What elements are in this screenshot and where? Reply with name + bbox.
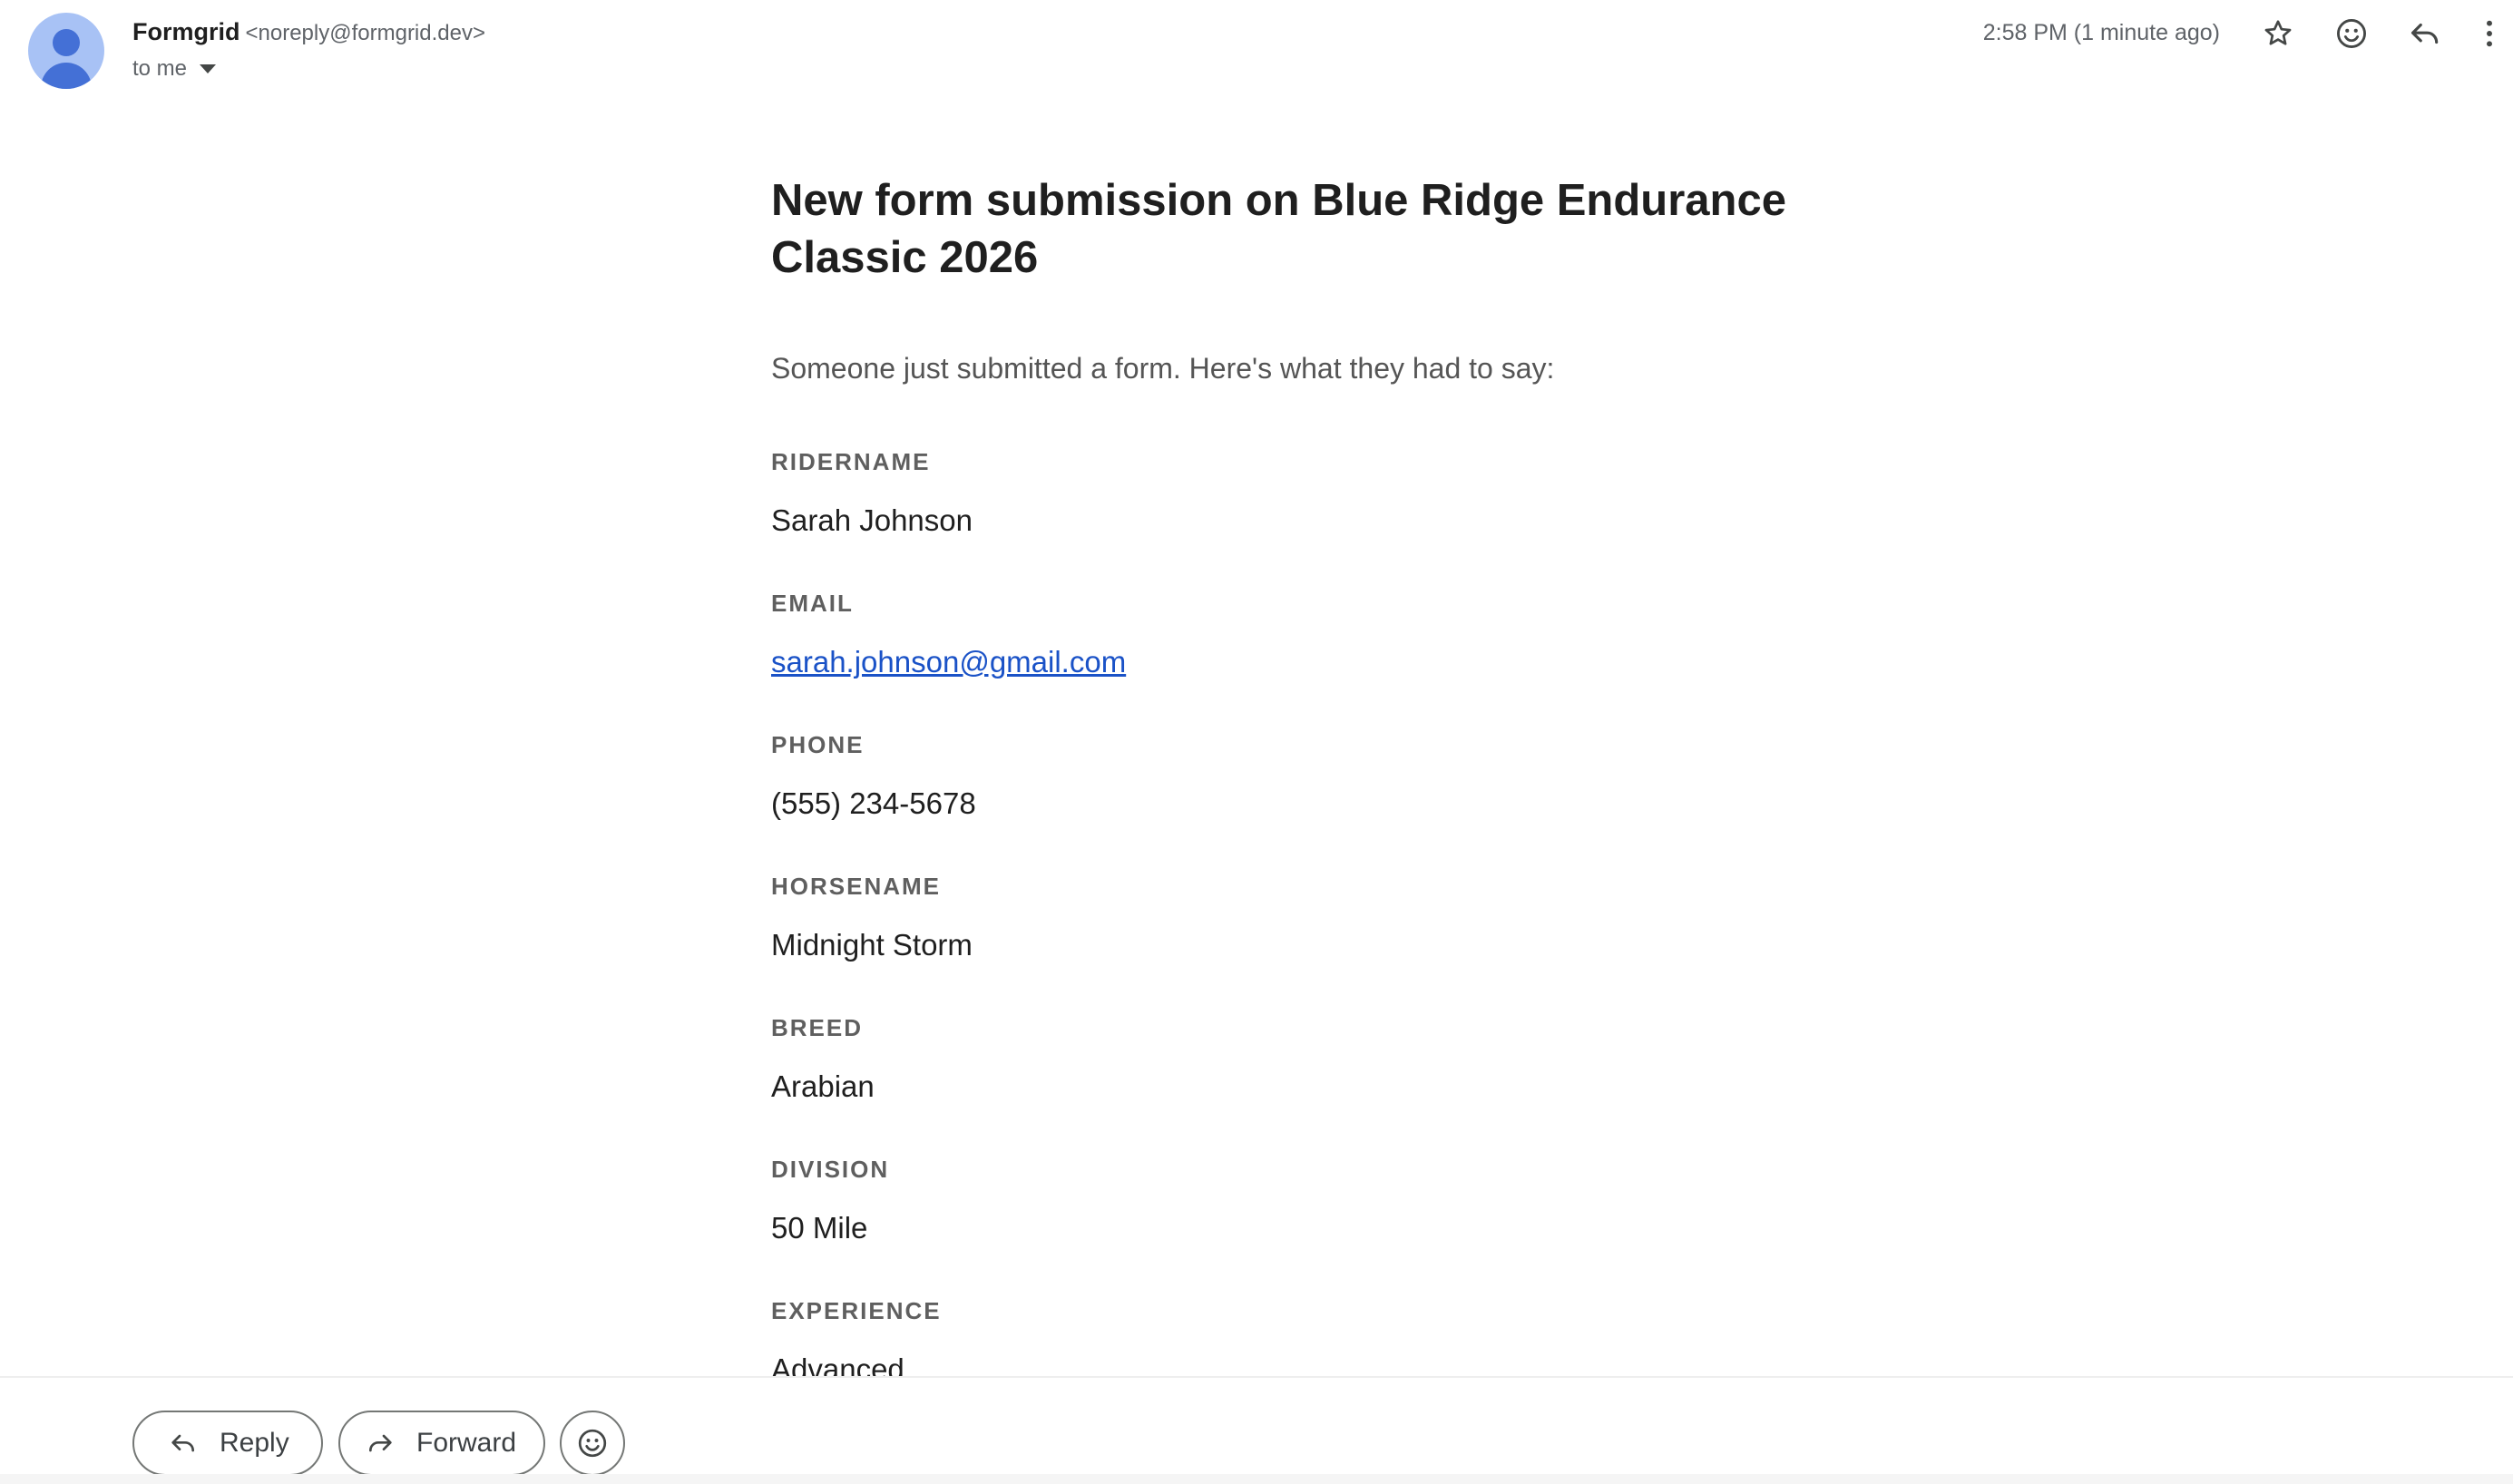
email-header: Formgrid <noreply@formgrid.dev> to me 2:5… bbox=[0, 0, 2513, 118]
field-value: Arabian bbox=[771, 1069, 875, 1103]
field-value: (555) 234-5678 bbox=[771, 786, 976, 820]
star-button[interactable] bbox=[2255, 11, 2301, 56]
field-label: PHONE bbox=[771, 731, 865, 758]
reply-icon bbox=[2410, 23, 2439, 44]
field-label: EXPERIENCE bbox=[771, 1297, 942, 1324]
avatar[interactable] bbox=[28, 13, 104, 89]
more-options-button[interactable] bbox=[2473, 11, 2506, 56]
field-label: HORSENAME bbox=[771, 873, 942, 900]
chevron-down-icon bbox=[200, 64, 217, 73]
field-ridername: RIDERNAME Sarah Johnson bbox=[771, 448, 1914, 590]
add-reaction-button[interactable] bbox=[2329, 11, 2374, 56]
sender-email: <noreply@formgrid.dev> bbox=[245, 21, 486, 45]
email-title: New form submission on Blue Ridge Endura… bbox=[771, 176, 1786, 282]
forward-icon bbox=[366, 1429, 395, 1458]
field-label: BREED bbox=[771, 1014, 864, 1041]
more-vertical-icon bbox=[2487, 20, 2492, 47]
submission-fields: RIDERNAME Sarah Johnson EMAIL sarah.john… bbox=[771, 448, 1914, 1439]
field-label: RIDERNAME bbox=[771, 448, 931, 475]
recipient-label: to me bbox=[132, 56, 188, 81]
email-body: New form submission on Blue Ridge Endura… bbox=[771, 172, 1914, 1439]
field-label: EMAIL bbox=[771, 590, 854, 617]
field-breed: BREED Arabian bbox=[771, 1014, 1914, 1156]
field-value: Sarah Johnson bbox=[771, 503, 973, 537]
field-value: Midnight Storm bbox=[771, 928, 973, 962]
reply-icon bbox=[169, 1429, 198, 1458]
reply-button-label: Reply bbox=[220, 1428, 289, 1458]
emoji-reaction-button[interactable] bbox=[560, 1411, 625, 1476]
field-label: DIVISION bbox=[771, 1156, 890, 1183]
field-horsename: HORSENAME Midnight Storm bbox=[771, 873, 1914, 1014]
reply-action-bar: Reply Forward bbox=[0, 1376, 2513, 1484]
field-phone: PHONE (555) 234-5678 bbox=[771, 731, 1914, 873]
email-intro: Someone just submitted a form. Here's wh… bbox=[771, 352, 1555, 385]
field-division: DIVISION 50 Mile bbox=[771, 1156, 1914, 1297]
avatar-person-icon bbox=[53, 29, 80, 56]
field-value: 50 Mile bbox=[771, 1211, 868, 1245]
reply-header-button[interactable] bbox=[2402, 11, 2448, 56]
sender-name[interactable]: Formgrid bbox=[132, 18, 240, 45]
sender-info: Formgrid <noreply@formgrid.dev> bbox=[132, 16, 485, 49]
email-link[interactable]: sarah.johnson@gmail.com bbox=[771, 644, 1914, 680]
emoji-smile-icon bbox=[2337, 19, 2366, 48]
forward-button-label: Forward bbox=[416, 1428, 517, 1458]
emoji-smile-icon bbox=[576, 1427, 609, 1460]
email-view: Formgrid <noreply@formgrid.dev> to me 2:5… bbox=[0, 0, 2513, 1484]
recipient-details-toggle[interactable]: to me bbox=[132, 54, 217, 83]
star-icon bbox=[2264, 20, 2292, 45]
forward-button[interactable]: Forward bbox=[338, 1411, 545, 1476]
field-email: EMAIL sarah.johnson@gmail.com bbox=[771, 590, 1914, 731]
reply-button[interactable]: Reply bbox=[132, 1411, 323, 1476]
timestamp: 2:58 PM (1 minute ago) bbox=[1982, 20, 2220, 45]
window-bottom-edge bbox=[0, 1474, 2513, 1484]
